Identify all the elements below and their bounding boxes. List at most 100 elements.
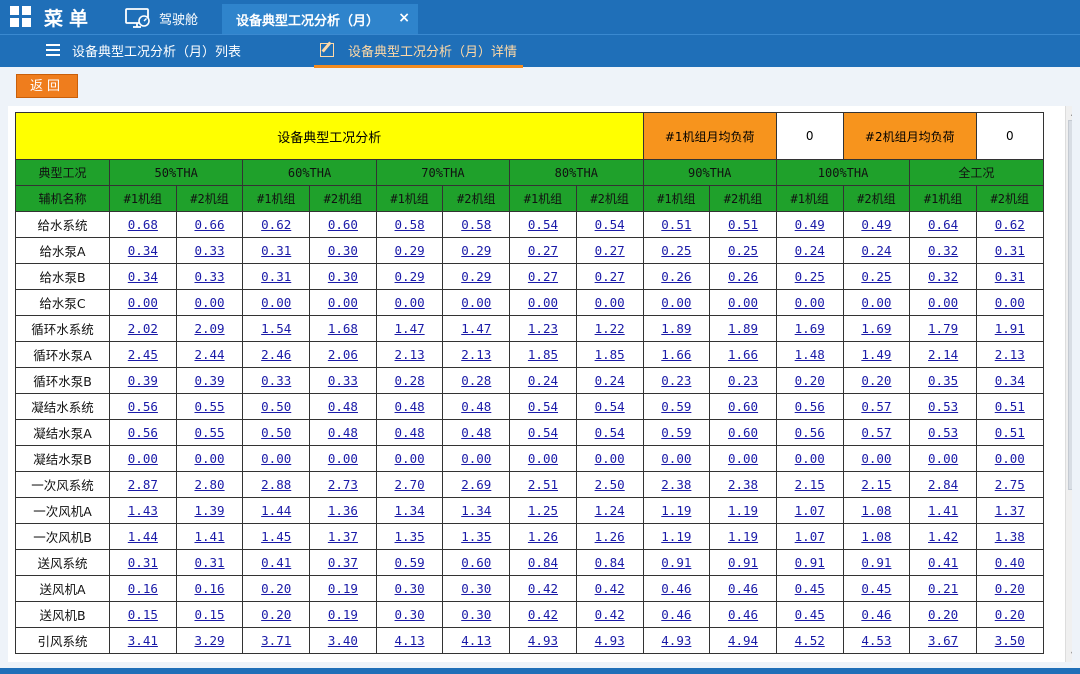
value-link[interactable]: 0.30	[395, 607, 425, 622]
value-link[interactable]: 2.51	[528, 477, 558, 492]
value-link[interactable]: 0.00	[995, 451, 1025, 466]
value-link[interactable]: 1.26	[528, 529, 558, 544]
value-link[interactable]: 0.27	[528, 269, 558, 284]
value-link[interactable]: 0.29	[461, 243, 491, 258]
value-link[interactable]: 0.58	[395, 217, 425, 232]
subtab-detail[interactable]: 设备典型工况分析（月）详情	[314, 35, 524, 68]
value-link[interactable]: 0.51	[661, 217, 691, 232]
value-link[interactable]: 0.24	[595, 373, 625, 388]
value-link[interactable]: 1.07	[795, 503, 825, 518]
value-link[interactable]: 0.28	[395, 373, 425, 388]
value-link[interactable]: 0.28	[461, 373, 491, 388]
value-link[interactable]: 2.13	[395, 347, 425, 362]
value-link[interactable]: 1.54	[261, 321, 291, 336]
value-link[interactable]: 0.59	[395, 555, 425, 570]
value-link[interactable]: 0.25	[728, 243, 758, 258]
value-link[interactable]: 0.00	[194, 451, 224, 466]
value-link[interactable]: 2.15	[795, 477, 825, 492]
value-link[interactable]: 2.09	[194, 321, 224, 336]
value-link[interactable]: 0.54	[595, 217, 625, 232]
value-link[interactable]: 0.21	[928, 581, 958, 596]
value-link[interactable]: 0.34	[128, 269, 158, 284]
value-link[interactable]: 0.53	[928, 425, 958, 440]
value-link[interactable]: 0.15	[128, 607, 158, 622]
value-link[interactable]: 0.00	[728, 295, 758, 310]
value-link[interactable]: 0.31	[194, 555, 224, 570]
value-link[interactable]: 0.46	[861, 607, 891, 622]
scroll-up-icon[interactable]: ▲	[1066, 106, 1072, 120]
value-link[interactable]: 0.00	[461, 295, 491, 310]
value-link[interactable]: 1.19	[728, 529, 758, 544]
value-link[interactable]: 1.48	[795, 347, 825, 362]
value-link[interactable]: 4.52	[795, 633, 825, 648]
value-link[interactable]: 1.37	[328, 529, 358, 544]
value-link[interactable]: 3.29	[194, 633, 224, 648]
value-link[interactable]: 2.15	[861, 477, 891, 492]
value-link[interactable]: 2.73	[328, 477, 358, 492]
value-link[interactable]: 2.02	[128, 321, 158, 336]
value-link[interactable]: 0.29	[461, 269, 491, 284]
value-link[interactable]: 0.48	[461, 425, 491, 440]
value-link[interactable]: 0.56	[795, 425, 825, 440]
value-link[interactable]: 3.40	[328, 633, 358, 648]
value-link[interactable]: 1.42	[928, 529, 958, 544]
value-link[interactable]: 0.34	[128, 243, 158, 258]
value-link[interactable]: 0.42	[595, 607, 625, 622]
value-link[interactable]: 1.34	[395, 503, 425, 518]
value-link[interactable]: 0.66	[194, 217, 224, 232]
value-link[interactable]: 0.46	[661, 581, 691, 596]
value-link[interactable]: 0.32	[928, 269, 958, 284]
value-link[interactable]: 0.00	[261, 295, 291, 310]
value-link[interactable]: 0.56	[128, 425, 158, 440]
value-link[interactable]: 2.88	[261, 477, 291, 492]
value-link[interactable]: 0.24	[528, 373, 558, 388]
value-link[interactable]: 0.48	[328, 399, 358, 414]
value-link[interactable]: 0.53	[928, 399, 958, 414]
value-link[interactable]: 1.34	[461, 503, 491, 518]
value-link[interactable]: 0.00	[728, 451, 758, 466]
value-link[interactable]: 3.50	[995, 633, 1025, 648]
cockpit-link[interactable]: 驾驶舱	[125, 6, 198, 30]
value-link[interactable]: 0.49	[795, 217, 825, 232]
value-link[interactable]: 2.38	[728, 477, 758, 492]
value-link[interactable]: 0.48	[395, 425, 425, 440]
value-link[interactable]: 4.93	[661, 633, 691, 648]
value-link[interactable]: 0.30	[395, 581, 425, 596]
value-link[interactable]: 0.30	[461, 581, 491, 596]
value-link[interactable]: 4.93	[595, 633, 625, 648]
return-button[interactable]: 返回	[16, 74, 78, 98]
value-link[interactable]: 0.27	[595, 243, 625, 258]
value-link[interactable]: 0.00	[194, 295, 224, 310]
value-link[interactable]: 0.00	[528, 451, 558, 466]
value-link[interactable]: 0.31	[261, 269, 291, 284]
value-link[interactable]: 4.13	[461, 633, 491, 648]
value-link[interactable]: 0.00	[661, 295, 691, 310]
value-link[interactable]: 0.58	[461, 217, 491, 232]
value-link[interactable]: 1.44	[261, 503, 291, 518]
value-link[interactable]: 0.00	[528, 295, 558, 310]
value-link[interactable]: 2.06	[328, 347, 358, 362]
value-link[interactable]: 0.31	[261, 243, 291, 258]
value-link[interactable]: 0.42	[528, 607, 558, 622]
value-link[interactable]: 2.38	[661, 477, 691, 492]
value-link[interactable]: 1.08	[861, 503, 891, 518]
value-link[interactable]: 1.85	[595, 347, 625, 362]
value-link[interactable]: 0.20	[928, 607, 958, 622]
value-link[interactable]: 0.25	[661, 243, 691, 258]
value-link[interactable]: 0.51	[728, 217, 758, 232]
value-link[interactable]: 0.56	[795, 399, 825, 414]
value-link[interactable]: 0.20	[861, 373, 891, 388]
value-link[interactable]: 3.41	[128, 633, 158, 648]
value-link[interactable]: 0.20	[261, 607, 291, 622]
value-link[interactable]: 0.23	[728, 373, 758, 388]
value-link[interactable]: 0.51	[995, 425, 1025, 440]
value-link[interactable]: 0.00	[661, 451, 691, 466]
value-link[interactable]: 0.46	[728, 607, 758, 622]
value-link[interactable]: 0.49	[861, 217, 891, 232]
value-link[interactable]: 0.26	[661, 269, 691, 284]
value-link[interactable]: 4.94	[728, 633, 758, 648]
value-link[interactable]: 0.00	[461, 451, 491, 466]
value-link[interactable]: 1.66	[661, 347, 691, 362]
value-link[interactable]: 0.00	[128, 451, 158, 466]
value-link[interactable]: 0.00	[328, 295, 358, 310]
